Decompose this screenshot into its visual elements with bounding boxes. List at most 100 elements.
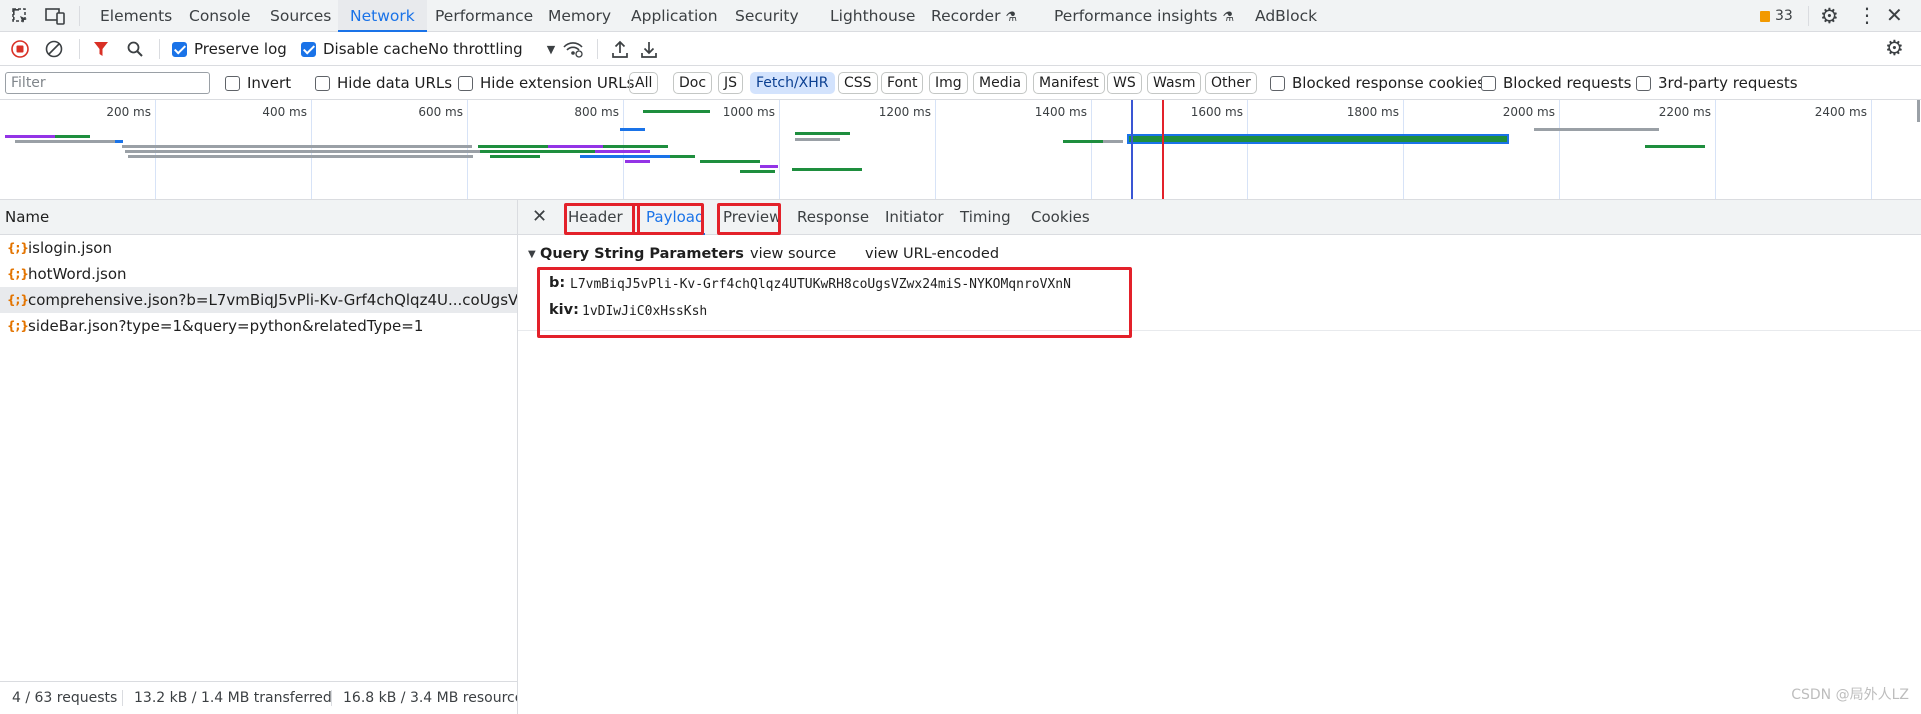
tab-console[interactable]: Console bbox=[189, 0, 251, 32]
detail-tab-initiator[interactable]: Initiator bbox=[885, 200, 944, 235]
request-row[interactable]: {;} sideBar.json?type=1&query=python&rel… bbox=[0, 313, 517, 339]
tab-performance[interactable]: Performance bbox=[435, 0, 533, 32]
waterfall-bar bbox=[128, 155, 473, 158]
tab-network[interactable]: Network bbox=[338, 0, 427, 32]
type-filter-manifest[interactable]: Manifest bbox=[1033, 72, 1105, 94]
inspect-element-icon[interactable] bbox=[10, 6, 30, 26]
type-filter-img[interactable]: Img bbox=[929, 72, 968, 94]
column-header-name[interactable]: Name bbox=[0, 200, 517, 235]
tab-memory[interactable]: Memory bbox=[548, 0, 611, 32]
waterfall-bar bbox=[5, 135, 55, 138]
import-har-icon[interactable] bbox=[611, 39, 629, 59]
detail-tab-preview[interactable]: Preview bbox=[723, 200, 781, 235]
timeline-grid-line bbox=[1559, 100, 1560, 199]
close-details-icon[interactable]: ✕ bbox=[532, 207, 547, 227]
divider bbox=[159, 39, 160, 59]
checkbox-checked[interactable] bbox=[172, 41, 187, 57]
blocked-requests-checkbox[interactable]: Blocked requests bbox=[1481, 73, 1631, 93]
checkbox-unchecked[interactable] bbox=[1481, 75, 1496, 91]
type-filter-ws[interactable]: WS bbox=[1107, 72, 1142, 94]
tab-performance-insights-label: Performance insights bbox=[1054, 7, 1218, 25]
hide-data-urls-checkbox[interactable]: Hide data URLs bbox=[315, 73, 452, 93]
tab-adblock[interactable]: AdBlock bbox=[1255, 0, 1317, 32]
timeline-tick-label: 1600 ms bbox=[1190, 105, 1243, 119]
detail-tab-timing[interactable]: Timing bbox=[960, 200, 1011, 235]
network-conditions-icon[interactable] bbox=[562, 40, 584, 58]
overview-scrollbar-thumb[interactable] bbox=[1917, 100, 1920, 122]
timeline-tick-label: 2200 ms bbox=[1658, 105, 1711, 119]
watermark: CSDN @局外人LZ bbox=[1791, 687, 1909, 703]
settings-gear-icon[interactable]: ⚙ bbox=[1820, 6, 1840, 27]
checkbox-unchecked[interactable] bbox=[315, 75, 330, 91]
filter-input[interactable] bbox=[5, 72, 210, 94]
type-filter-all[interactable]: All bbox=[629, 72, 659, 94]
detail-tab-payload[interactable]: Payload bbox=[646, 200, 705, 235]
divider bbox=[79, 6, 80, 26]
request-name: hotWord.json bbox=[28, 265, 127, 283]
detail-tab-response[interactable]: Response bbox=[797, 200, 869, 235]
blocked-response-cookies-checkbox[interactable]: Blocked response cookies bbox=[1270, 73, 1485, 93]
export-har-icon[interactable] bbox=[640, 39, 658, 59]
param-key: kiv: bbox=[549, 302, 579, 318]
type-filter-font[interactable]: Font bbox=[881, 72, 924, 94]
detail-tab-header[interactable]: Header bbox=[568, 200, 623, 235]
waterfall-selected-request-bar[interactable] bbox=[1127, 134, 1509, 144]
record-stop-icon[interactable] bbox=[11, 40, 29, 58]
third-party-requests-label: 3rd-party requests bbox=[1658, 74, 1798, 92]
tab-sources[interactable]: Sources bbox=[270, 0, 331, 32]
view-source-link[interactable]: view source bbox=[750, 246, 836, 262]
close-devtools-icon[interactable]: ✕ bbox=[1886, 5, 1906, 26]
section-expand-triangle-icon[interactable]: ▼ bbox=[528, 249, 536, 260]
param-key: b: bbox=[549, 275, 566, 291]
invert-checkbox[interactable]: Invert bbox=[225, 73, 291, 93]
checkbox-unchecked[interactable] bbox=[225, 75, 240, 91]
timeline-tick-label: 1200 ms bbox=[878, 105, 931, 119]
timeline-grid-line bbox=[779, 100, 780, 199]
detail-tab-cookies[interactable]: Cookies bbox=[1031, 200, 1090, 235]
type-filter-fetch-xhr[interactable]: Fetch/XHR bbox=[750, 72, 835, 94]
waterfall-bar bbox=[480, 150, 545, 153]
filter-funnel-icon[interactable] bbox=[92, 40, 110, 58]
type-filter-doc[interactable]: Doc bbox=[673, 72, 713, 94]
tab-performance-insights[interactable]: Performance insights ⚗ bbox=[1054, 0, 1234, 32]
checkbox-unchecked[interactable] bbox=[458, 75, 473, 91]
tab-elements[interactable]: Elements bbox=[100, 0, 172, 32]
network-filter-bar: Invert Hide data URLs Hide extension URL… bbox=[0, 66, 1921, 100]
param-value[interactable]: 1vDIwJiC0xHssKsh bbox=[582, 304, 707, 319]
divider bbox=[331, 690, 332, 706]
disable-cache-checkbox[interactable]: Disable cache bbox=[301, 39, 428, 59]
request-row[interactable]: {;} hotWord.json bbox=[0, 261, 517, 287]
preserve-log-checkbox[interactable]: Preserve log bbox=[172, 39, 287, 59]
tab-application[interactable]: Application bbox=[631, 0, 718, 32]
device-toolbar-icon[interactable] bbox=[44, 6, 65, 26]
more-options-icon[interactable]: ⋮ bbox=[1857, 5, 1877, 26]
third-party-requests-checkbox[interactable]: 3rd-party requests bbox=[1636, 73, 1798, 93]
checkbox-unchecked[interactable] bbox=[1270, 75, 1285, 91]
tab-lighthouse[interactable]: Lighthouse bbox=[830, 0, 915, 32]
tab-security[interactable]: Security bbox=[735, 0, 799, 32]
type-filter-css[interactable]: CSS bbox=[838, 72, 878, 94]
network-settings-gear-icon[interactable]: ⚙ bbox=[1885, 38, 1904, 59]
clear-icon[interactable] bbox=[45, 40, 63, 58]
type-filter-other[interactable]: Other bbox=[1205, 72, 1257, 94]
request-name: comprehensive.json?b=L7vmBiqJ5vPli-Kv-Gr… bbox=[28, 291, 517, 309]
query-string-parameters-title[interactable]: Query String Parameters bbox=[540, 246, 744, 262]
search-icon[interactable] bbox=[126, 40, 144, 58]
waterfall-bar bbox=[625, 160, 650, 163]
type-filter-js[interactable]: JS bbox=[718, 72, 744, 94]
view-url-encoded-link[interactable]: view URL-encoded bbox=[865, 246, 999, 262]
request-row-selected[interactable]: {;} comprehensive.json?b=L7vmBiqJ5vPli-K… bbox=[0, 287, 517, 313]
hide-extension-urls-checkbox[interactable]: Hide extension URLs bbox=[458, 73, 634, 93]
issues-counter[interactable]: 33 bbox=[1760, 8, 1793, 24]
checkbox-checked[interactable] bbox=[301, 41, 316, 57]
throttling-dropdown[interactable]: No throttling ▼ bbox=[428, 39, 555, 59]
waterfall-bar bbox=[580, 155, 670, 158]
timeline-tick-label: 1800 ms bbox=[1346, 105, 1399, 119]
tab-recorder[interactable]: Recorder ⚗ bbox=[931, 0, 1017, 32]
type-filter-media[interactable]: Media bbox=[973, 72, 1028, 94]
checkbox-unchecked[interactable] bbox=[1636, 75, 1651, 91]
request-row[interactable]: {;} islogin.json bbox=[0, 235, 517, 261]
param-value[interactable]: L7vmBiqJ5vPli-Kv-Grf4chQlqz4UTUKwRH8coUg… bbox=[570, 277, 1071, 292]
type-filter-wasm[interactable]: Wasm bbox=[1147, 72, 1202, 94]
network-overview-timeline[interactable]: 200 ms 400 ms 600 ms 800 ms 1000 ms 1200… bbox=[0, 100, 1921, 200]
